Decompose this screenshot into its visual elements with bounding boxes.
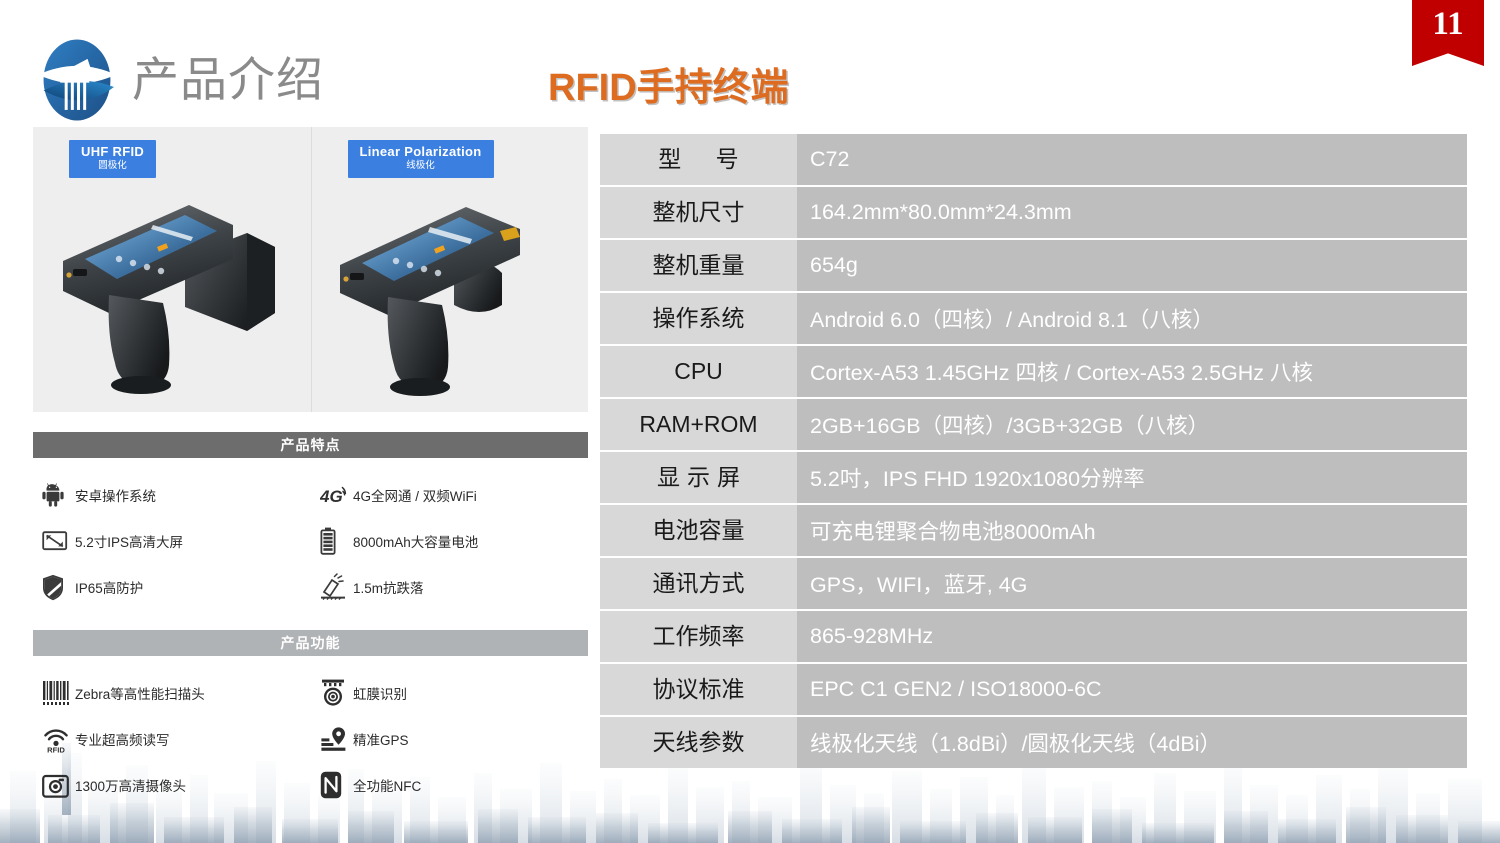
spec-key: 通讯方式	[600, 558, 797, 609]
spec-table: 型 号 C72 整机尺寸 164.2mm*80.0mm*24.3mm 整机重量 …	[600, 134, 1467, 770]
feature-item: 安卓操作系统	[33, 472, 311, 518]
table-row: RAM+ROM 2GB+16GB（四核）/3GB+32GB（八核）	[600, 399, 1467, 450]
drop-test-icon	[311, 570, 353, 604]
function-label: 专业超高频读写	[75, 733, 170, 748]
spec-key: 电池容量	[600, 505, 797, 556]
spec-value: 865-928MHz	[797, 611, 1467, 662]
function-label: 全功能NFC	[353, 779, 422, 794]
image-tag-linear: Linear Polarization 线极化	[347, 140, 494, 178]
spec-value: 5.2吋，IPS FHD 1920x1080分辨率	[797, 452, 1467, 503]
spec-value: 2GB+16GB（四核）/3GB+32GB（八核）	[797, 399, 1467, 450]
page-section-title: 产品介绍	[132, 53, 324, 106]
svg-text:RFID: RFID	[47, 745, 65, 753]
table-row: 工作频率 865-928MHz	[600, 611, 1467, 662]
spec-value: 线极化天线（1.8dBi）/圆极化天线（4dBi）	[797, 717, 1467, 768]
product-image-panel: UHF RFID 圆极化 Linear Polarization 线极化	[33, 127, 588, 412]
spec-key: 工作频率	[600, 611, 797, 662]
function-label: 精准GPS	[353, 733, 409, 748]
image-tag-cn: 线极化	[406, 159, 435, 171]
android-robot-icon	[33, 478, 75, 512]
spec-value: Cortex-A53 1.45GHz 四核 / Cortex-A53 2.5GH…	[797, 346, 1467, 397]
spec-key: 显示屏	[600, 452, 797, 503]
rfid-wave-icon: RFID	[33, 722, 75, 756]
feature-label: 4G全网通 / 双频WiFi	[353, 489, 477, 504]
handheld-device-illustration-2	[339, 207, 520, 396]
spec-key: 整机尺寸	[600, 187, 797, 238]
image-tag-circular: UHF RFID 圆极化	[69, 140, 157, 178]
screen-diagonal-icon	[33, 524, 75, 558]
product-image-circular[interactable]: UHF RFID 圆极化	[33, 127, 311, 412]
function-item: 精准GPS	[311, 716, 589, 762]
feature-label: 5.2寸IPS高清大屏	[75, 535, 184, 550]
functions-section-heading: 产品功能	[33, 630, 588, 656]
spec-key: 操作系统	[600, 293, 797, 344]
spec-value: EPC C1 GEN2 / ISO18000-6C	[797, 664, 1467, 715]
function-item: Zebra等高性能扫描头	[33, 670, 311, 716]
table-row: 通讯方式 GPS，WIFI，蓝牙, 4G	[600, 558, 1467, 609]
shield-icon	[33, 570, 75, 604]
svg-text:4G: 4G	[320, 487, 343, 506]
function-label: 虹膜识别	[353, 687, 407, 702]
spec-key: 型 号	[600, 134, 797, 185]
functions-grid: Zebra等高性能扫描头 虹膜识别 RFID 专业超高频读写 精准GPS 130…	[33, 670, 588, 808]
feature-item: IP65高防护	[33, 564, 311, 610]
features-section-heading: 产品特点	[33, 432, 588, 458]
battery-icon	[311, 524, 353, 558]
function-item: 虹膜识别	[311, 670, 589, 716]
table-row: 天线参数 线极化天线（1.8dBi）/圆极化天线（4dBi）	[600, 717, 1467, 768]
spec-key: 整机重量	[600, 240, 797, 291]
page-number-badge: 11	[1412, 0, 1484, 66]
feature-label: 安卓操作系统	[75, 489, 156, 504]
feature-item: 1.5m抗跌落	[311, 564, 589, 610]
slide-canvas: 产品介绍 RFID手持终端 11 UHF RFID 圆极化 Linear Pol…	[0, 0, 1500, 843]
iris-scan-icon	[311, 676, 353, 710]
feature-label: 8000mAh大容量电池	[353, 535, 479, 550]
spec-value: 可充电锂聚合物电池8000mAh	[797, 505, 1467, 556]
function-label: 1300万高清摄像头	[75, 779, 187, 794]
table-row: 操作系统 Android 6.0（四核）/ Android 8.1（八核）	[600, 293, 1467, 344]
image-tag-en: UHF RFID	[81, 144, 145, 159]
camera-icon	[33, 768, 75, 802]
spec-value: GPS，WIFI，蓝牙, 4G	[797, 558, 1467, 609]
image-tag-en: Linear Polarization	[359, 144, 482, 159]
function-item: 1300万高清摄像头	[33, 762, 311, 808]
features-grid: 安卓操作系统 4G 4G全网通 / 双频WiFi 5.2寸IPS高清大屏 800…	[33, 472, 588, 610]
feature-item: 4G 4G全网通 / 双频WiFi	[311, 472, 589, 518]
feature-item: 5.2寸IPS高清大屏	[33, 518, 311, 564]
company-logo	[33, 36, 121, 124]
spec-key: CPU	[600, 346, 797, 397]
function-item: 全功能NFC	[311, 762, 589, 808]
table-row: 整机重量 654g	[600, 240, 1467, 291]
table-row: 协议标准 EPC C1 GEN2 / ISO18000-6C	[600, 664, 1467, 715]
gps-pin-icon	[311, 722, 353, 756]
function-label: Zebra等高性能扫描头	[75, 687, 205, 702]
handheld-device-illustration-1	[63, 205, 275, 394]
table-row: 显示屏 5.2吋，IPS FHD 1920x1080分辨率	[600, 452, 1467, 503]
spec-value: 654g	[797, 240, 1467, 291]
table-row: CPU Cortex-A53 1.45GHz 四核 / Cortex-A53 2…	[600, 346, 1467, 397]
spec-value: C72	[797, 134, 1467, 185]
image-tag-cn: 圆极化	[98, 159, 127, 171]
feature-label: 1.5m抗跌落	[353, 581, 424, 596]
product-image-linear[interactable]: Linear Polarization 线极化	[310, 127, 589, 412]
nfc-icon	[311, 768, 353, 802]
spec-value: 164.2mm*80.0mm*24.3mm	[797, 187, 1467, 238]
table-row: 电池容量 可充电锂聚合物电池8000mAh	[600, 505, 1467, 556]
page-title: RFID手持终端	[548, 67, 789, 109]
page-number-text: 11	[1432, 6, 1464, 42]
spec-key: 协议标准	[600, 664, 797, 715]
spec-value: Android 6.0（四核）/ Android 8.1（八核）	[797, 293, 1467, 344]
table-row: 型 号 C72	[600, 134, 1467, 185]
left-column: UHF RFID 圆极化 Linear Polarization 线极化 产品特…	[33, 127, 588, 808]
barcode-icon	[33, 676, 75, 710]
table-row: 整机尺寸 164.2mm*80.0mm*24.3mm	[600, 187, 1467, 238]
function-item: RFID 专业超高频读写	[33, 716, 311, 762]
4g-signal-icon: 4G	[311, 478, 353, 512]
feature-item: 8000mAh大容量电池	[311, 518, 589, 564]
spec-key: 天线参数	[600, 717, 797, 768]
spec-key: RAM+ROM	[600, 399, 797, 450]
feature-label: IP65高防护	[75, 581, 144, 596]
